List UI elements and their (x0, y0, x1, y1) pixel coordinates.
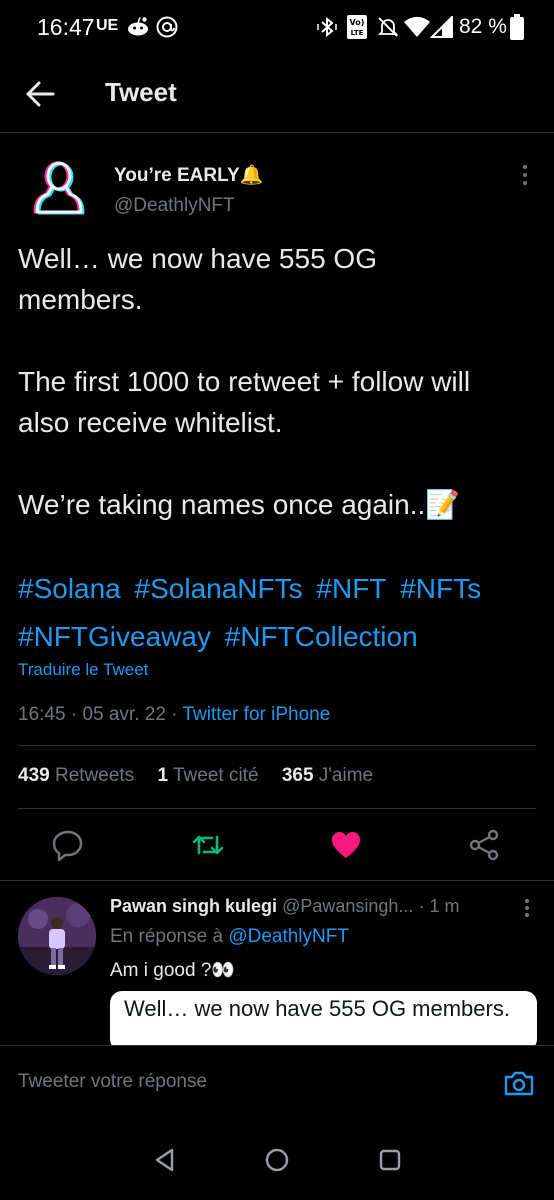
nav-back-icon[interactable] (151, 1146, 179, 1174)
tweet-date: 05 avr. 22 (82, 704, 166, 725)
reply-text: Am i good ?👀 (110, 960, 236, 981)
tweet-stats: 439 Retweets 1 Tweet cité 365 J'aime (18, 765, 391, 787)
reply-icon[interactable] (50, 827, 86, 863)
hashtag-link[interactable]: #NFTGiveaway (18, 621, 211, 652)
page-title: Tweet (105, 77, 177, 107)
reply-more-options-icon[interactable] (520, 897, 534, 919)
author-name-text: You’re EARLY (114, 165, 240, 186)
author-handle[interactable]: @DeathlyNFT (114, 195, 235, 217)
share-icon[interactable] (466, 827, 502, 863)
signal-icon (430, 16, 453, 38)
replying-to-mention[interactable]: @DeathlyNFT (228, 926, 349, 947)
reply-header: Pawan singh kulegi @Pawansingh... · 1 m (110, 896, 459, 917)
tweet-time: 16:45 (18, 704, 66, 725)
hashtag-link[interactable]: #NFTs (400, 573, 481, 604)
hashtag-link[interactable]: #SolanaNFTs (135, 573, 303, 604)
retweets-label: Retweets (54, 765, 135, 786)
divider (0, 880, 554, 881)
quotes-label: Tweet cité (172, 765, 259, 786)
like-heart-icon[interactable] (328, 827, 364, 863)
back-arrow-icon[interactable] (22, 76, 58, 112)
reply-composer: Tweeter votre réponse (0, 1045, 554, 1121)
battery-percentage: 82 % (459, 15, 507, 38)
status-time: 16:47 (37, 14, 95, 40)
likes-stat[interactable]: 365 J'aime (282, 765, 373, 786)
tweet-paragraph: We’re taking names once again..📝 (18, 489, 461, 520)
reply-author-name[interactable]: Pawan singh kulegi (110, 896, 277, 916)
likes-count: 365 (281, 765, 314, 786)
hashtag-link[interactable]: #Solana (18, 573, 121, 604)
tweet-paragraph: Well… we now have 555 OG members. (18, 243, 377, 315)
avatar-photo (18, 897, 96, 975)
tweet-text: Well… we now have 555 OG members. The fi… (18, 238, 538, 525)
tweet-source-link[interactable]: Twitter for iPhone (182, 704, 330, 725)
translate-tweet-link[interactable]: Traduire le Tweet (18, 660, 148, 680)
svg-text:LTE: LTE (351, 29, 364, 37)
meta-separator: · (70, 704, 78, 725)
divider (18, 808, 536, 809)
quotes-count: 1 (157, 765, 169, 786)
reply-author-avatar[interactable] (18, 897, 96, 975)
do-not-disturb-icon (377, 17, 399, 37)
more-options-icon[interactable] (515, 163, 535, 187)
quoted-tweet-text: Well… we now have 555 OG members. (124, 996, 510, 1021)
carrier-label: UE (96, 17, 119, 34)
nav-recents-icon[interactable] (376, 1146, 404, 1174)
reply-author-handle[interactable]: @Pawansingh... (282, 896, 413, 916)
volte-icon: Vo) LTE (347, 15, 367, 39)
replying-to-prefix: En réponse à (110, 926, 224, 947)
meta-separator: · (418, 896, 425, 916)
top-app-bar: Tweet (0, 56, 554, 133)
tweet-paragraph: The first 1000 to retweet + follow will … (18, 366, 471, 438)
reply-input[interactable]: Tweeter votre réponse (18, 1071, 207, 1093)
hashtag-link[interactable]: #NFT (316, 573, 386, 604)
system-navigation-bar (0, 1120, 554, 1200)
at-sign-icon (156, 16, 178, 38)
hashtag-link[interactable]: #NFTCollection (225, 621, 418, 652)
camera-icon[interactable] (503, 1068, 535, 1098)
meta-separator: · (171, 704, 178, 725)
bell-emoji: 🔔 (239, 165, 264, 186)
divider (18, 745, 536, 746)
battery-icon (510, 14, 524, 40)
wifi-icon (404, 16, 430, 37)
author-avatar[interactable] (30, 158, 88, 216)
tweet-metadata: 16:45 · 05 avr. 22 · Twitter for iPhone (18, 704, 330, 726)
author-name[interactable]: You’re EARLY🔔 (114, 163, 263, 187)
likes-label: J'aime (318, 765, 374, 786)
quote-tweets-stat[interactable]: 1 Tweet cité (157, 765, 258, 786)
quoted-tweet-card[interactable]: Well… we now have 555 OG members. (110, 991, 537, 1051)
bluetooth-vibrate-icon (317, 16, 337, 38)
retweet-icon[interactable] (190, 827, 226, 863)
svg-text:Vo): Vo) (350, 18, 365, 27)
reddit-icon (128, 17, 148, 36)
reply-time: 1 m (429, 896, 460, 916)
nav-home-icon[interactable] (263, 1146, 291, 1174)
retweets-stat[interactable]: 439 Retweets (18, 765, 134, 786)
retweets-count: 439 (18, 765, 50, 786)
status-bar: 16:47 UE Vo) LTE 82 % (0, 0, 554, 56)
hashtag-list: #Solana #SolanaNFTs #NFT #NFTs #NFTGivea… (18, 565, 538, 661)
replying-to: En réponse à @DeathlyNFT (110, 926, 349, 948)
